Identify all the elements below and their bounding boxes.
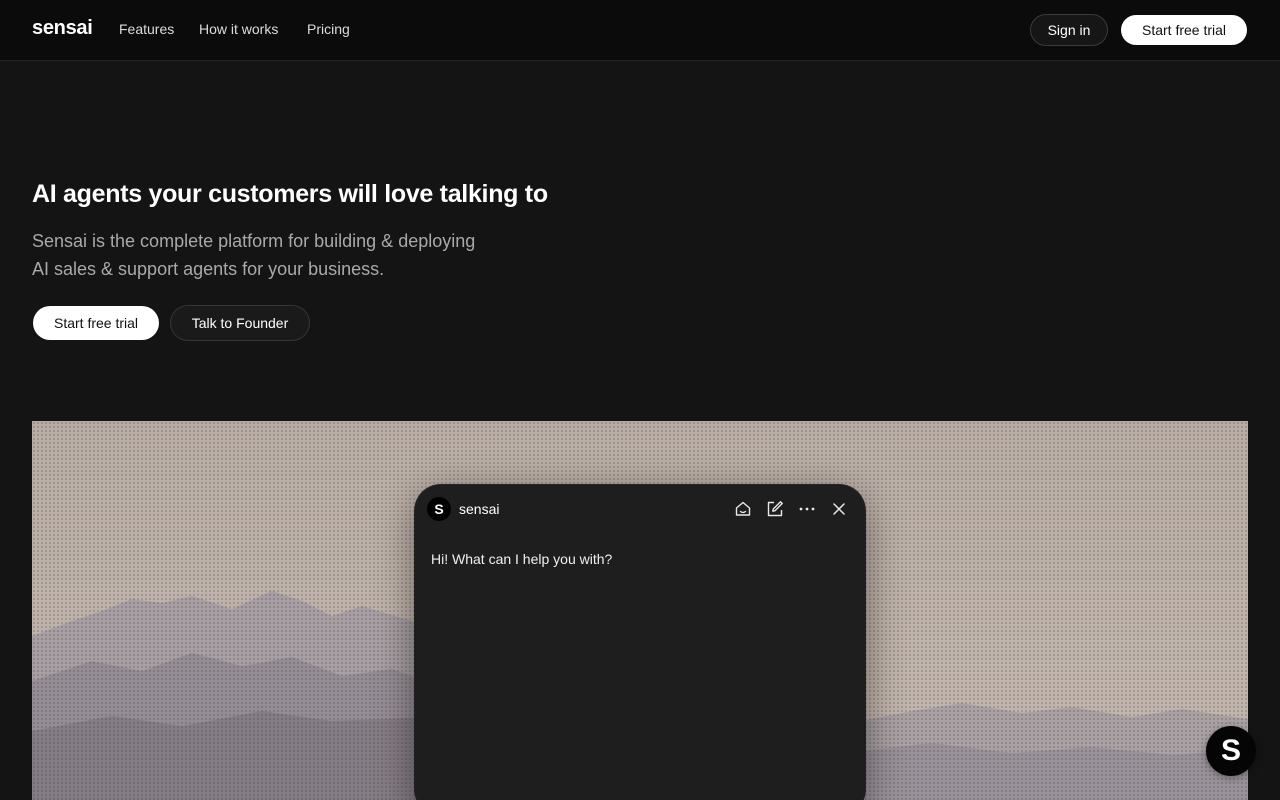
hero-subtitle-line-2: AI sales & support agents for your busin… [32, 259, 385, 279]
chat-title: sensai [459, 501, 500, 517]
top-nav: sensai Features How it works Pricing Sig… [0, 0, 1280, 61]
nav-link-features[interactable]: Features [119, 21, 174, 37]
hero-start-trial-button[interactable]: Start free trial [33, 306, 159, 340]
more-icon-glyph [799, 507, 815, 511]
hero-subtitle: Sensai is the complete platform for buil… [32, 227, 512, 283]
more-icon[interactable] [797, 499, 817, 519]
nav-link-pricing[interactable]: Pricing [307, 21, 350, 37]
logo[interactable]: sensai [32, 17, 93, 40]
sign-in-button[interactable]: Sign in [1030, 14, 1108, 46]
chat-avatar: S [427, 497, 451, 521]
nav-link-how-it-works[interactable]: How it works [199, 21, 278, 37]
close-icon-glyph [833, 503, 845, 515]
chat-greeting-message: Hi! What can I help you with? [431, 551, 613, 567]
chat-widget: S sensai Hi! What can I help you with? [415, 485, 865, 800]
edit-icon[interactable] [765, 499, 785, 519]
close-icon[interactable] [829, 499, 849, 519]
home-icon-glyph [735, 501, 751, 516]
hero-subtitle-line-1: Sensai is the complete platform for buil… [32, 231, 476, 251]
hero-title: AI agents your customers will love talki… [32, 180, 548, 208]
edit-icon-glyph [767, 501, 783, 517]
talk-to-founder-button[interactable]: Talk to Founder [170, 305, 310, 341]
chat-launcher-button[interactable]: S [1206, 726, 1256, 776]
nav-start-trial-button[interactable]: Start free trial [1121, 15, 1247, 45]
home-icon[interactable] [733, 499, 753, 519]
